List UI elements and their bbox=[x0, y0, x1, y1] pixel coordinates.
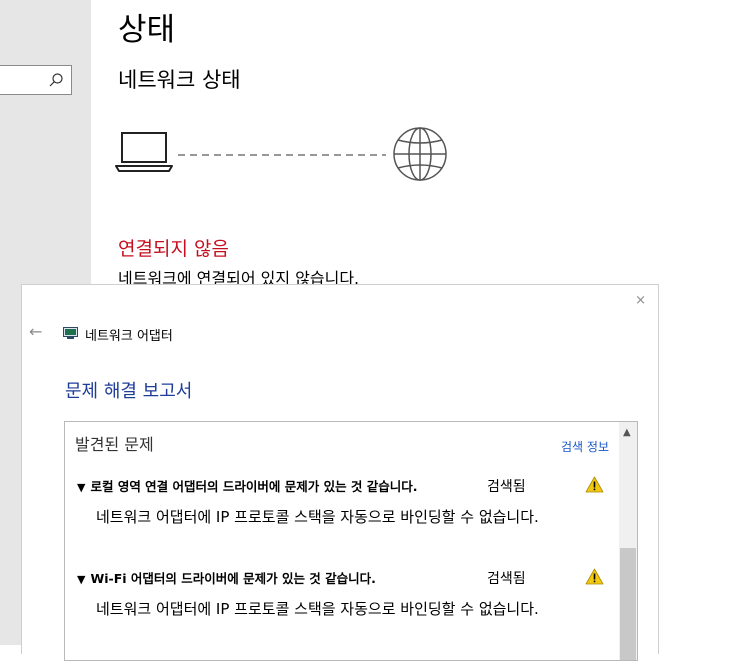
globe-icon bbox=[393, 127, 447, 181]
troubleshooter-dialog: × ← 네트워크 어댑터 문제 해결 보고서 발견된 문제 검색 정보 ▼ 로컬 … bbox=[21, 284, 659, 661]
vertical-scrollbar[interactable]: ▲ bbox=[619, 422, 637, 660]
panel-header: 발견된 문제 bbox=[75, 435, 154, 454]
settings-search-input[interactable] bbox=[0, 65, 72, 95]
expand-triangle-icon: ▼ bbox=[77, 481, 86, 494]
connection-status: 연결되지 않음 bbox=[118, 238, 229, 260]
dialog-title: 네트워크 어댑터 bbox=[85, 329, 173, 344]
search-icon bbox=[49, 73, 63, 87]
warning-icon bbox=[585, 476, 604, 493]
close-button[interactable]: × bbox=[635, 293, 646, 308]
laptop-icon bbox=[115, 132, 173, 172]
detail-info-link[interactable]: 검색 정보 bbox=[561, 438, 609, 455]
warning-icon bbox=[585, 568, 604, 585]
section-title: 네트워크 상태 bbox=[118, 68, 241, 92]
problem-description: 네트워크 어댑터에 IP 프로토콜 스택을 자동으로 바인딩할 수 없습니다. bbox=[96, 508, 539, 526]
problem-title[interactable]: ▼ 로컬 영역 연결 어댑터의 드라이버에 문제가 있는 것 같습니다. bbox=[77, 476, 418, 495]
page-title: 상태 bbox=[118, 12, 176, 48]
report-title: 문제 해결 보고서 bbox=[65, 381, 193, 402]
problem-status: 검색됨 bbox=[487, 571, 526, 587]
problems-panel: 발견된 문제 검색 정보 ▼ 로컬 영역 연결 어댑터의 드라이버에 문제가 있는… bbox=[64, 421, 638, 661]
expand-triangle-icon: ▼ bbox=[77, 573, 86, 586]
problem-description: 네트워크 어댑터에 IP 프로토콜 스택을 자동으로 바인딩할 수 없습니다. bbox=[96, 600, 539, 618]
network-adapter-icon bbox=[63, 327, 78, 339]
scroll-thumb[interactable] bbox=[620, 548, 636, 660]
problem-status: 검색됨 bbox=[487, 479, 526, 495]
problem-title[interactable]: ▼ Wi-Fi 어댑터의 드라이버에 문제가 있는 것 같습니다. bbox=[77, 568, 376, 587]
back-button[interactable]: ← bbox=[29, 322, 42, 341]
scroll-up-icon[interactable]: ▲ bbox=[623, 427, 631, 438]
network-status-diagram bbox=[115, 127, 447, 181]
